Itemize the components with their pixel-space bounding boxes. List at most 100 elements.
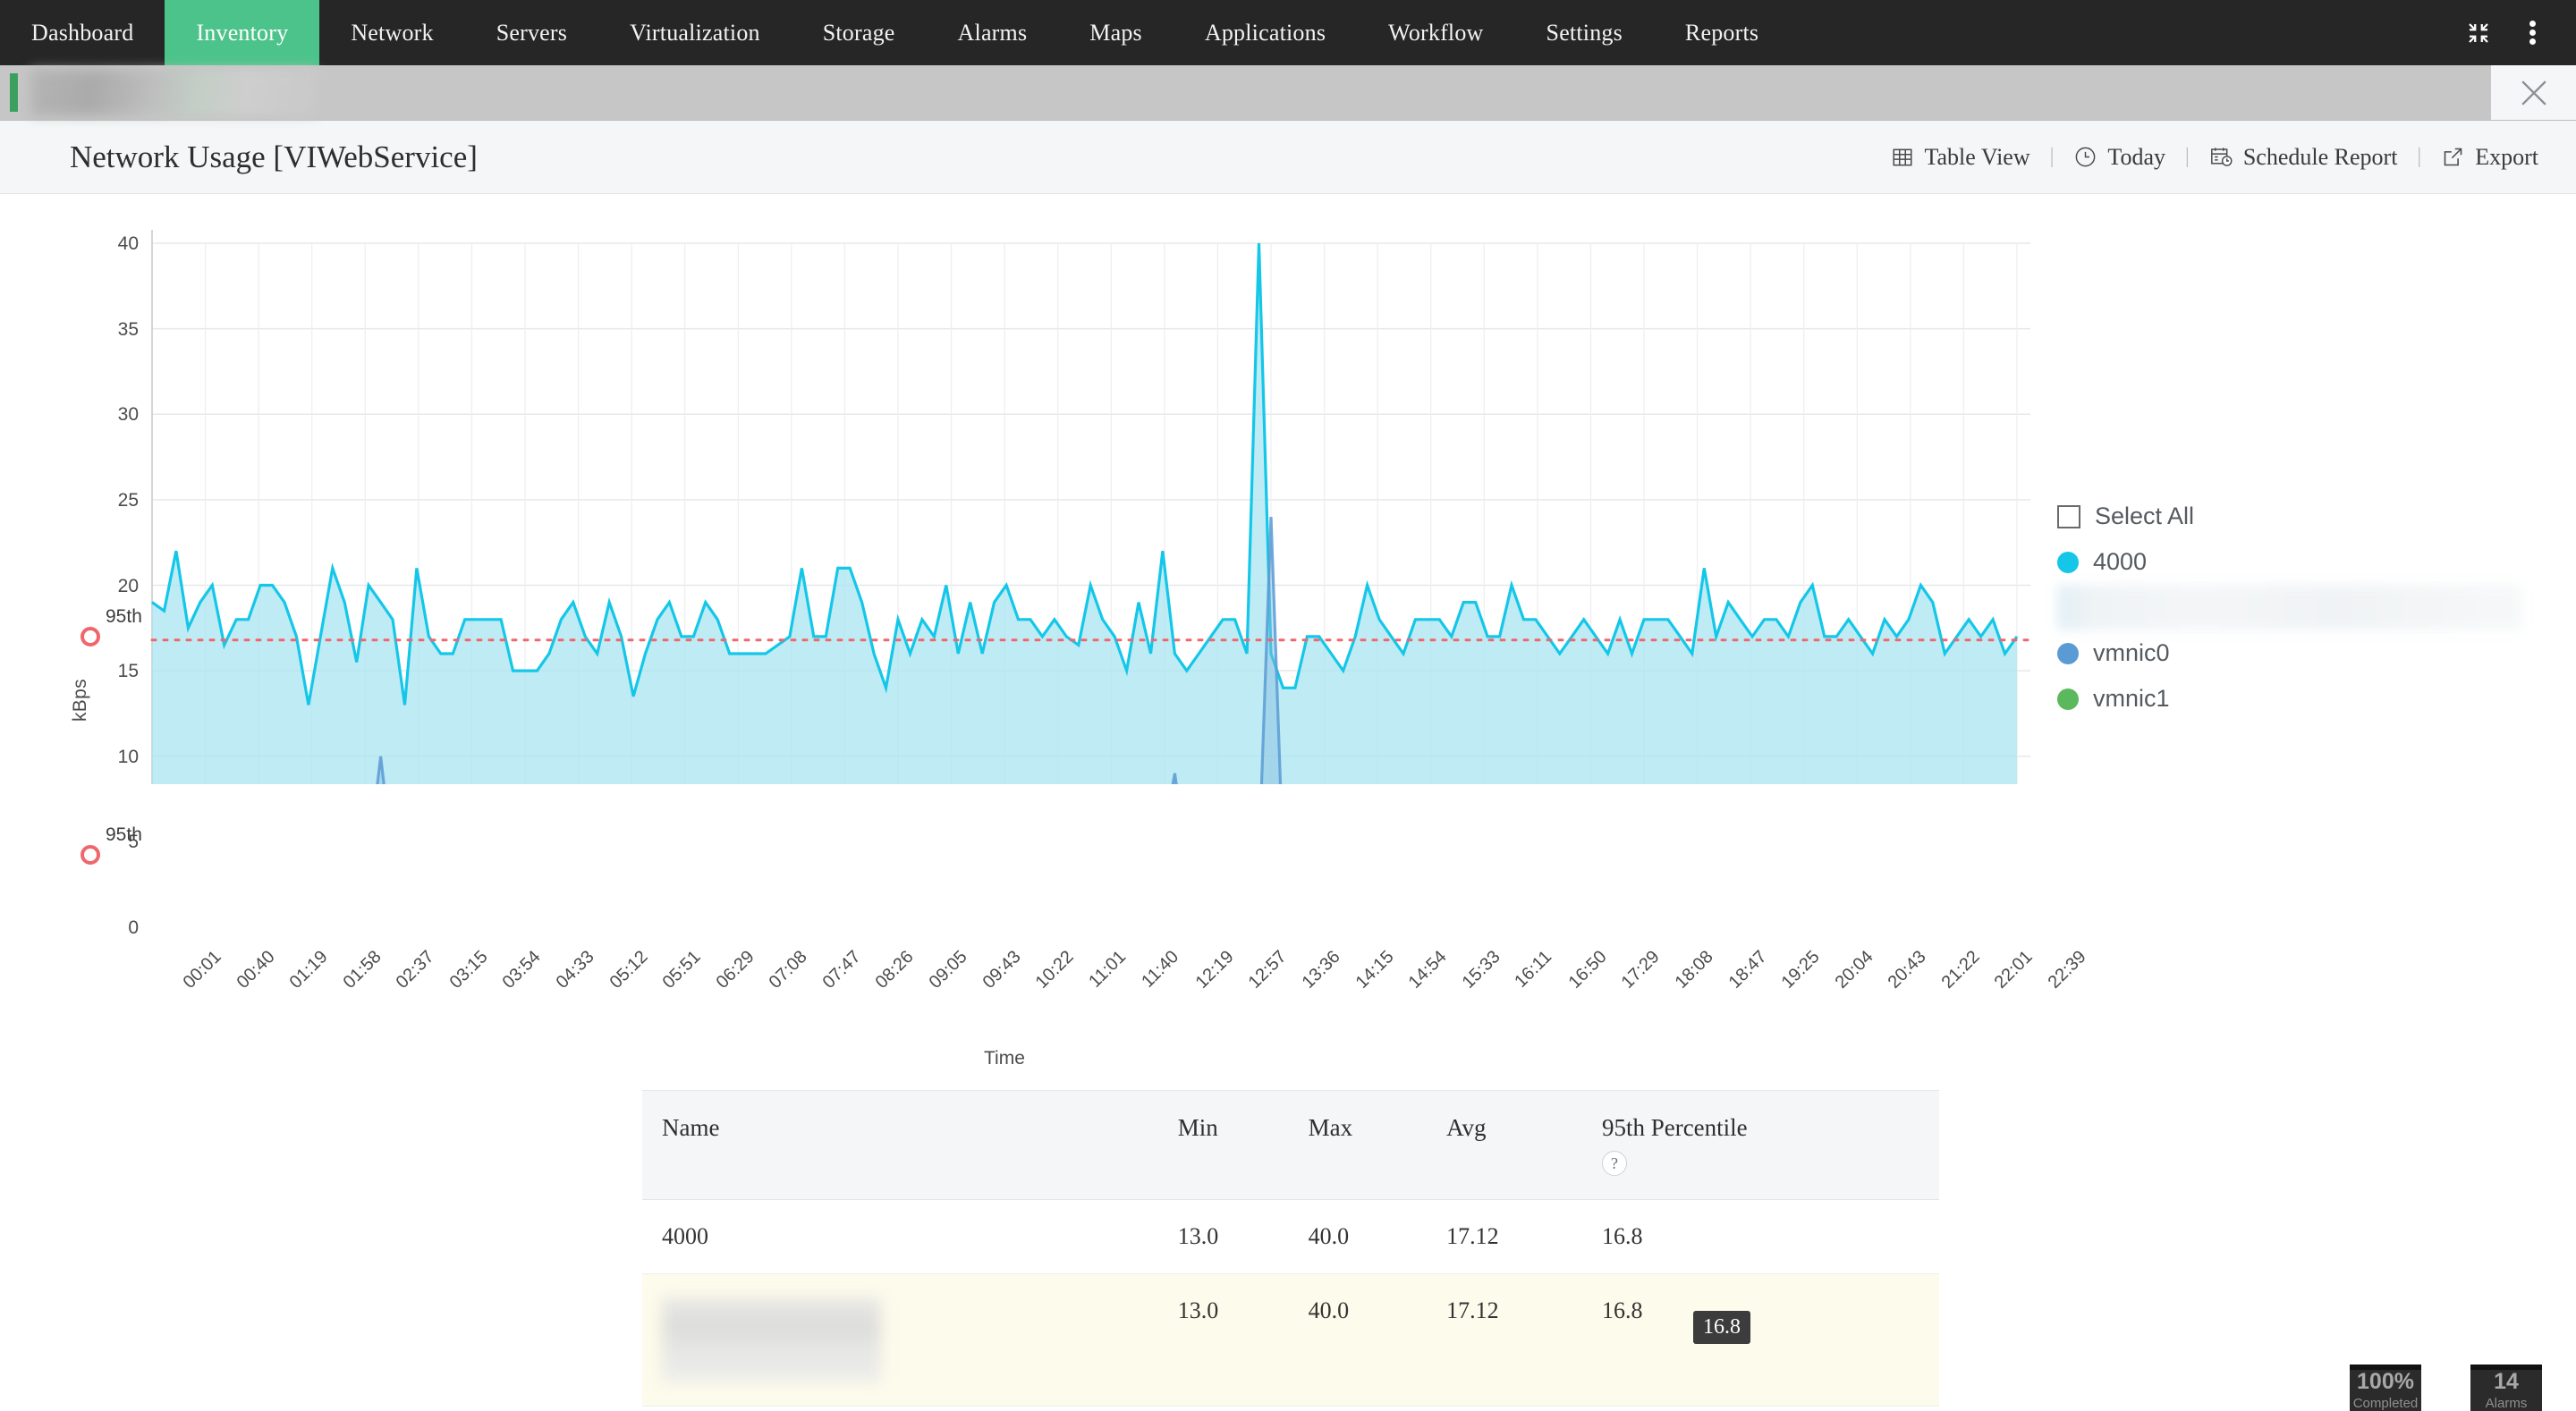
y-tick-35: 35: [85, 319, 139, 341]
cell-min: 13.0: [1158, 1200, 1289, 1274]
action-label: Today: [2107, 144, 2165, 171]
action-schedule-report[interactable]: Schedule Report: [2209, 144, 2398, 171]
page-header: Network Usage [VIWebService] Table View|…: [0, 121, 2576, 194]
chart-canvas[interactable]: [0, 194, 2048, 784]
help-icon[interactable]: ?: [1602, 1151, 1627, 1176]
action-today[interactable]: Today: [2073, 144, 2165, 171]
nav-item-settings[interactable]: Settings: [1515, 0, 1654, 65]
nav-item-storage[interactable]: Storage: [792, 0, 927, 65]
chart-x-axis-label: Time: [984, 1048, 1025, 1069]
nav-item-virtualization[interactable]: Virtualization: [598, 0, 792, 65]
device-context-bar: [0, 65, 2576, 121]
select-all-label: Select All: [2095, 503, 2194, 530]
x-tick-04:33: 04:33: [553, 947, 599, 993]
chart-series-4000: [152, 243, 2017, 784]
x-tick-05:12: 05:12: [606, 947, 652, 993]
legend-item-vmnic0[interactable]: vmnic0: [2057, 630, 2522, 676]
value-tooltip: 16.8: [1693, 1311, 1750, 1344]
x-tick-00:01: 00:01: [180, 947, 226, 993]
x-tick-20:43: 20:43: [1885, 947, 1931, 993]
cell-avg: 4.33: [1427, 1407, 1582, 1411]
nav-item-workflow[interactable]: Workflow: [1357, 0, 1514, 65]
column-header-avg[interactable]: Avg: [1427, 1091, 1582, 1200]
x-tick-16:50: 16:50: [1565, 947, 1612, 993]
legend-items: 4000 vmnic0 vmnic1: [2057, 539, 2522, 722]
nav-item-servers[interactable]: Servers: [465, 0, 598, 65]
y-tick-0: 0: [85, 917, 139, 939]
x-tick-21:22: 21:22: [1938, 947, 1985, 993]
table-header-row: NameMinMaxAvg95th Percentile?: [642, 1091, 1939, 1200]
cell-min: 13.0: [1158, 1274, 1289, 1407]
nav-items: DashboardInventoryNetworkServersVirtuali…: [0, 0, 1790, 65]
redacted-device-info: [30, 70, 317, 115]
legend-color-dot: [2057, 643, 2079, 664]
legend-color-dot: [2057, 689, 2079, 710]
cell-name: 4000: [642, 1200, 1158, 1274]
cell-name: [642, 1274, 1158, 1407]
collapse-arrows-icon[interactable]: [2454, 9, 2503, 57]
x-tick-14:15: 14:15: [1352, 947, 1398, 993]
legend-label: vmnic0: [2093, 639, 2170, 667]
badge-label: Alarms: [2486, 1396, 2528, 1411]
legend-select-all[interactable]: Select All: [2057, 494, 2522, 539]
legend-item-redacted[interactable]: [2057, 585, 2522, 630]
close-icon[interactable]: [2491, 65, 2576, 120]
x-tick-10:22: 10:22: [1032, 947, 1079, 993]
column-header-max[interactable]: Max: [1289, 1091, 1427, 1200]
cell-avg: 17.12: [1427, 1274, 1582, 1407]
nav-item-network[interactable]: Network: [319, 0, 464, 65]
x-tick-13:36: 13:36: [1299, 947, 1345, 993]
x-tick-14:54: 14:54: [1405, 947, 1452, 993]
table-body: 400013.040.017.1216.813.040.017.1216.8vm…: [642, 1200, 1939, 1411]
action-label: Export: [2475, 144, 2538, 171]
cell-name: vmnic0: [642, 1407, 1158, 1411]
y-tick-25: 25: [85, 490, 139, 511]
column-header-name[interactable]: Name: [642, 1091, 1158, 1200]
action-export[interactable]: Export: [2441, 144, 2538, 171]
status-badges: 100%Completed 14Alarms: [2350, 1365, 2542, 1411]
percentile-label-0: 95th: [106, 606, 142, 628]
nav-item-maps[interactable]: Maps: [1058, 0, 1174, 65]
table-row[interactable]: 400013.040.017.1216.8: [642, 1200, 1939, 1274]
badge-value: 100%: [2357, 1371, 2414, 1393]
action-label: Table View: [1924, 144, 2029, 171]
main-content: kBps Time 0510152025303540 00:0100:4001:…: [0, 194, 2576, 1411]
x-tick-20:04: 20:04: [1831, 947, 1877, 993]
column-header-label: Max: [1309, 1114, 1427, 1142]
nav-item-applications[interactable]: Applications: [1174, 0, 1357, 65]
select-all-checkbox[interactable]: [2057, 505, 2080, 528]
x-tick-22:01: 22:01: [1991, 947, 2038, 993]
table-row[interactable]: vmnic02.024.04.334.05: [642, 1407, 1939, 1411]
nav-item-inventory[interactable]: Inventory: [165, 0, 319, 65]
cell-min: 2.0: [1158, 1407, 1289, 1411]
nav-item-dashboard[interactable]: Dashboard: [0, 0, 165, 65]
action-separator: |: [2185, 145, 2190, 169]
y-tick-20: 20: [85, 576, 139, 597]
nav-right-controls: [2454, 0, 2576, 65]
x-tick-19:25: 19:25: [1778, 947, 1825, 993]
status-badge-completed[interactable]: 100%Completed: [2350, 1365, 2421, 1411]
cell-p95: 16.8: [1582, 1200, 1939, 1274]
x-tick-12:19: 12:19: [1192, 947, 1239, 993]
x-tick-22:39: 22:39: [2045, 947, 2091, 993]
legend-item-4000[interactable]: 4000: [2057, 539, 2522, 585]
cell-avg: 17.12: [1427, 1200, 1582, 1274]
table-view-icon: [1891, 146, 1914, 169]
legend-label: vmnic1: [2093, 685, 2170, 713]
status-badge-alarms[interactable]: 14Alarms: [2470, 1365, 2542, 1411]
x-tick-11:40: 11:40: [1139, 947, 1184, 993]
action-table-view[interactable]: Table View: [1891, 144, 2029, 171]
column-header-label: 95th Percentile: [1602, 1114, 1939, 1142]
kebab-menu-icon[interactable]: [2508, 9, 2556, 57]
chart-y-axis-label: kBps: [70, 679, 91, 722]
nav-item-alarms[interactable]: Alarms: [927, 0, 1059, 65]
header-actions: Table View|Today|Schedule Report|Export: [1891, 144, 2538, 171]
column-header-95th-percentile[interactable]: 95th Percentile?: [1582, 1091, 1939, 1200]
column-header-label: Name: [662, 1114, 1158, 1142]
action-separator: |: [2417, 145, 2421, 169]
x-tick-00:40: 00:40: [233, 947, 279, 993]
nav-item-reports[interactable]: Reports: [1654, 0, 1790, 65]
column-header-min[interactable]: Min: [1158, 1091, 1289, 1200]
legend-item-vmnic1[interactable]: vmnic1: [2057, 676, 2522, 722]
cell-p95: 16.8: [1582, 1274, 1939, 1407]
